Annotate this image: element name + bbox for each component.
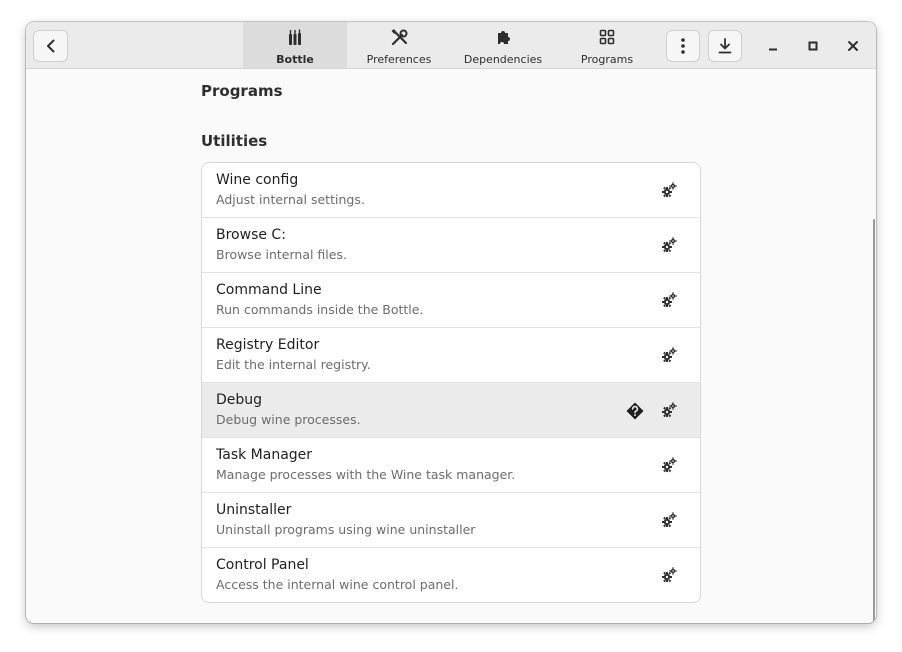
missing-glyph-icon[interactable]: [624, 400, 646, 422]
row-subtitle: Uninstall programs using wine uninstalle…: [216, 522, 476, 537]
tab-label: Programs: [580, 53, 634, 66]
utility-row-browse-c[interactable]: Browse C: Browse internal files.: [202, 218, 700, 273]
row-title: Browse C:: [216, 227, 286, 243]
app-window: Bottle Preferences Dependencies Programs…: [26, 22, 876, 623]
tab-bottle[interactable]: Bottle: [243, 22, 347, 68]
row-subtitle: Access the internal wine control panel.: [216, 577, 459, 592]
row-subtitle: Edit the internal registry.: [216, 357, 371, 372]
row-title: Uninstaller: [216, 502, 292, 518]
gears-icon[interactable]: [658, 179, 680, 201]
puzzle-icon: [495, 29, 511, 50]
gears-icon[interactable]: [658, 564, 680, 586]
row-title: Wine config: [216, 172, 299, 188]
utilities-heading: Utilities: [201, 132, 268, 150]
utilities-list: Wine config Adjust internal settings. Br…: [201, 162, 701, 603]
maximize-icon: [807, 37, 819, 56]
menu-button[interactable]: [666, 30, 700, 62]
utility-row-wine-config[interactable]: Wine config Adjust internal settings.: [202, 163, 700, 218]
tab-dependencies[interactable]: Dependencies: [451, 22, 555, 68]
close-icon: [847, 37, 859, 56]
row-subtitle: Browse internal files.: [216, 247, 347, 262]
row-title: Debug: [216, 392, 263, 408]
download-icon: [718, 38, 732, 54]
bottles-icon: [287, 29, 303, 50]
utility-row-task-manager[interactable]: Task Manager Manage processes with the W…: [202, 438, 700, 493]
maximize-button[interactable]: [801, 34, 825, 58]
row-title: Command Line: [216, 282, 322, 298]
kebab-menu-icon: [681, 38, 685, 54]
gears-icon[interactable]: [658, 509, 680, 531]
gears-icon[interactable]: [658, 344, 680, 366]
row-subtitle: Run commands inside the Bottle.: [216, 302, 424, 317]
row-subtitle: Debug wine processes.: [216, 412, 361, 427]
back-button[interactable]: [33, 30, 68, 62]
row-title: Control Panel: [216, 557, 309, 573]
tab-label: Preferences: [366, 53, 432, 66]
row-title: Registry Editor: [216, 337, 320, 353]
gears-icon[interactable]: [658, 399, 680, 421]
tab-label: Bottle: [276, 53, 314, 66]
utility-row-debug[interactable]: Debug Debug wine processes.: [202, 383, 700, 438]
header-bar: Bottle Preferences Dependencies Programs: [26, 22, 876, 69]
minimize-button[interactable]: [761, 34, 785, 58]
gears-icon[interactable]: [658, 289, 680, 311]
download-button[interactable]: [708, 30, 742, 62]
tab-programs[interactable]: Programs: [555, 22, 659, 68]
tab-label: Dependencies: [463, 53, 543, 66]
gears-icon[interactable]: [658, 234, 680, 256]
utility-row-control-panel[interactable]: Control Panel Access the internal wine c…: [202, 548, 700, 602]
minimize-icon: [767, 37, 779, 56]
close-button[interactable]: [841, 34, 865, 58]
utility-row-registry-editor[interactable]: Registry Editor Edit the internal regist…: [202, 328, 700, 383]
row-subtitle: Manage processes with the Wine task mana…: [216, 467, 516, 482]
back-arrow-icon: [43, 38, 59, 54]
row-subtitle: Adjust internal settings.: [216, 192, 365, 207]
preferences-icon: [391, 29, 408, 50]
scrollbar[interactable]: [873, 219, 875, 623]
utility-row-uninstaller[interactable]: Uninstaller Uninstall programs using win…: [202, 493, 700, 548]
row-title: Task Manager: [216, 447, 313, 463]
gears-icon[interactable]: [658, 454, 680, 476]
grid-icon: [599, 29, 615, 50]
utility-row-command-line[interactable]: Command Line Run commands inside the Bot…: [202, 273, 700, 328]
main-content: Programs Utilities Wine config Adjust in…: [26, 69, 876, 623]
programs-heading: Programs: [201, 82, 283, 100]
tab-preferences[interactable]: Preferences: [347, 22, 451, 68]
